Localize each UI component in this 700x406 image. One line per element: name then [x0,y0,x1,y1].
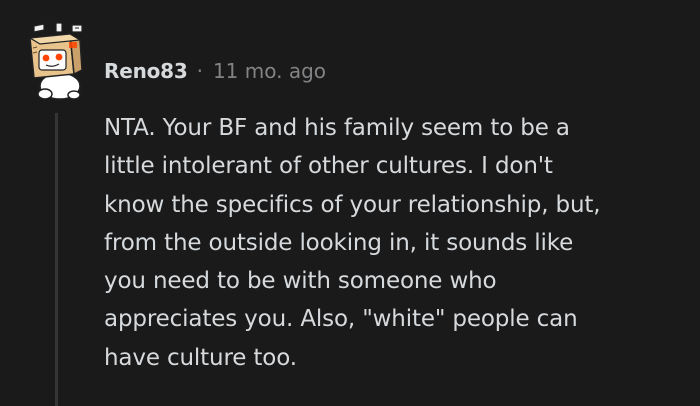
comment-body-line: NTA. Your BF and his family seem to be a [104,115,570,141]
comment-body-line: have culture too. [104,344,297,371]
comment-meta: Reno83 · 11 mo. ago [104,56,326,86]
comment-body: NTA. Your BF and his family seem to be a… [104,109,684,377]
user-avatar-icon[interactable] [22,20,92,102]
comment-body-line: appreciates you. Also, "white" people ca… [104,306,578,333]
comment-body-line: know the specifics of your relationship,… [104,191,601,218]
thread-collapse-line[interactable] [55,113,58,406]
comment-timestamp[interactable]: 11 mo. ago [213,59,326,83]
comment-body-line: little intolerant of other cultures. I d… [104,153,553,180]
comment-body-line: from the outside looking in, it sounds l… [104,229,574,256]
comment: Reno83 · 11 mo. ago NTA. Your BF and his… [0,0,700,406]
comment-body-line: you need to be with someone who [104,268,497,295]
meta-separator: · [196,59,203,83]
username-link[interactable]: Reno83 [104,59,188,83]
